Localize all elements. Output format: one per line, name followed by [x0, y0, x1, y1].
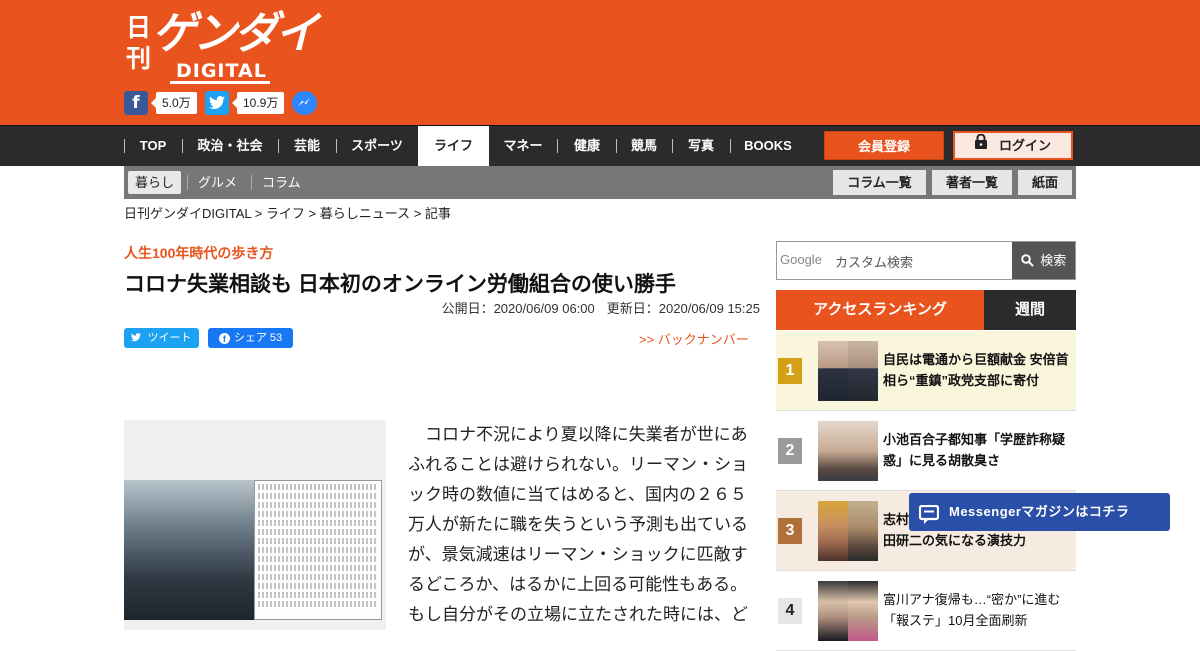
- nav-separator: [557, 139, 558, 153]
- nav-item-politics[interactable]: 政治・社会: [184, 126, 276, 166]
- twitter-icon[interactable]: [205, 91, 229, 115]
- login-button[interactable]: ログイン: [953, 131, 1073, 160]
- facebook-icon[interactable]: f: [124, 91, 148, 115]
- logo-underline: [170, 81, 270, 84]
- search-button-label: 検索: [1040, 253, 1067, 268]
- back-numbers-link[interactable]: >> バックナンバー: [639, 329, 749, 348]
- column-list-button[interactable]: コラム一覧: [833, 170, 926, 195]
- ranking-item[interactable]: 4 富川アナ復帰も…“密か”に進む「報ステ」10月全面刷新: [776, 571, 1076, 651]
- nav-item-life[interactable]: ライフ: [418, 126, 489, 166]
- subnav-separator: [187, 175, 188, 190]
- facebook-share-button[interactable]: f シェア 53: [208, 328, 293, 348]
- subnav-item-column[interactable]: コラム: [262, 171, 301, 194]
- breadcrumb[interactable]: 日刊ゲンダイDIGITAL > ライフ > 暮らしニュース > 記事: [124, 205, 451, 223]
- sub-nav: 暮らし グルメ コラム コラム一覧 著者一覧 紙面: [124, 166, 1076, 199]
- global-nav: TOP 政治・社会 芸能 スポーツ ライフ マネー 健康 競馬 写真 BOOKS…: [0, 125, 1200, 166]
- ranking-title: 富川アナ復帰も…“密か”に進む「報ステ」10月全面刷新: [883, 592, 1061, 628]
- ranking-thumbnail: [818, 581, 878, 641]
- site-logo[interactable]: 日刊 ゲンダイ DIGITAL: [124, 8, 319, 86]
- nav-separator: [278, 139, 279, 153]
- twitter-count: 10.9万: [231, 92, 285, 114]
- article-dates: 公開日：2020/06/09 06:00 更新日：2020/06/09 15:25: [442, 298, 760, 317]
- subnav-separator: [251, 175, 252, 190]
- ranking-item[interactable]: 2 小池百合子都知事「学歴詐称疑惑」に見る胡散臭さ: [776, 411, 1076, 491]
- ranking-tab-weekly[interactable]: 週間: [984, 290, 1076, 330]
- nav-separator: [730, 139, 731, 153]
- logo-name: ゲンダイ: [152, 8, 319, 59]
- author-list-button[interactable]: 著者一覧: [932, 170, 1012, 195]
- lock-icon: [974, 132, 987, 157]
- chat-icon: [918, 502, 940, 540]
- subnav-item-kurashi[interactable]: 暮らし: [128, 171, 182, 194]
- nav-separator: [336, 139, 337, 153]
- ranking-thumbnail: [818, 501, 878, 561]
- nav-item-sports[interactable]: スポーツ: [338, 126, 416, 166]
- ranking-title: 自民は電通から巨額献金 安倍首相ら“重鎮”政党支部に寄付: [883, 352, 1069, 388]
- logo-kanji: 日刊: [126, 13, 152, 73]
- subnav-item-gourmet[interactable]: グルメ: [198, 171, 237, 194]
- messenger-icon[interactable]: [292, 91, 317, 115]
- google-label: Google: [780, 252, 822, 267]
- nav-separator: [672, 139, 673, 153]
- twitter-icon: [131, 332, 147, 344]
- ranking-tab-access[interactable]: アクセスランキング: [776, 290, 984, 330]
- register-button[interactable]: 会員登録: [824, 131, 944, 160]
- nav-item-money[interactable]: マネー: [491, 126, 555, 166]
- article-body: コロナ不況により夏以降に失業者が世にあふれることは避けられない。リーマン・ショッ…: [408, 425, 748, 625]
- ranking-item[interactable]: 1 自民は電通から巨額献金 安倍首相ら“重鎮”政党支部に寄付: [776, 331, 1076, 411]
- article-title: コロナ失業相談も 日本初のオンライン労働組合の使い勝手: [124, 273, 676, 296]
- nav-item-entertainment[interactable]: 芸能: [280, 126, 334, 166]
- twitter-follow[interactable]: 10.9万: [205, 91, 285, 115]
- messenger-label: Messengerマガジンはコチラ: [949, 504, 1130, 519]
- ranking-title: 小池百合子都知事「学歴詐称疑惑」に見る胡散臭さ: [883, 432, 1066, 468]
- facebook-follow[interactable]: f 5.0万: [124, 91, 197, 115]
- site-header: 日刊 ゲンダイ DIGITAL f 5.0万 10.9万: [0, 0, 1200, 125]
- article-photo[interactable]: [124, 420, 386, 630]
- rank-number: 4: [778, 598, 802, 624]
- nav-item-keiba[interactable]: 競馬: [618, 126, 670, 166]
- login-label: ログイン: [998, 138, 1051, 153]
- article-series[interactable]: 人生100年時代の歩き方: [124, 243, 273, 263]
- facebook-icon: f: [218, 333, 230, 344]
- rank-number: 3: [778, 518, 802, 544]
- rank-number: 2: [778, 438, 802, 464]
- consultation-table-image: [254, 480, 382, 620]
- facebook-count: 5.0万: [151, 92, 197, 114]
- nav-item-top[interactable]: TOP: [126, 126, 180, 166]
- ranking-header: アクセスランキング 週間: [776, 290, 1076, 330]
- crowd-photo: [124, 480, 254, 620]
- nav-separator: [616, 139, 617, 153]
- nav-separator: [182, 139, 183, 153]
- search-input[interactable]: カスタム検索: [835, 252, 913, 271]
- share-label: シェア 53: [233, 332, 283, 344]
- messenger-magazine-button[interactable]: Messengerマガジンはコチラ: [909, 493, 1170, 531]
- nav-item-health[interactable]: 健康: [559, 126, 615, 166]
- paper-button[interactable]: 紙面: [1018, 170, 1072, 195]
- ranking-thumbnail: [818, 421, 878, 481]
- tweet-button[interactable]: ツイート: [124, 328, 199, 348]
- nav-item-books[interactable]: BOOKS: [732, 126, 804, 166]
- rank-number: 1: [778, 358, 802, 384]
- search-button[interactable]: 検索: [1012, 242, 1075, 279]
- published-date: 公開日：2020/06/09 06:00: [441, 301, 595, 316]
- ranking-thumbnail: [818, 341, 878, 401]
- nav-separator: [124, 139, 125, 153]
- search-icon: [1020, 253, 1041, 268]
- site-search: Google カスタム検索 検索: [776, 241, 1076, 280]
- updated-date: 更新日：2020/06/09 15:25: [606, 301, 760, 316]
- tweet-label: ツイート: [147, 332, 192, 344]
- logo-sub: DIGITAL: [176, 60, 267, 82]
- nav-item-photo[interactable]: 写真: [674, 126, 728, 166]
